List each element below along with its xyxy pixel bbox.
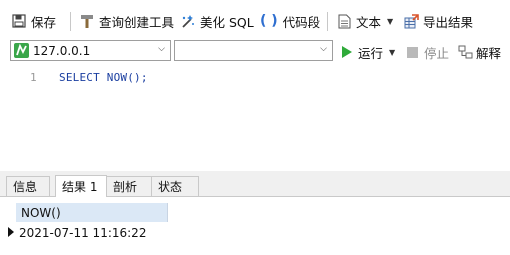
explain-button[interactable]: 解释 <box>458 43 501 61</box>
play-icon <box>342 46 352 58</box>
run-label: 运行 <box>358 45 384 61</box>
tab-result-1[interactable]: 结果 1 <box>55 175 107 197</box>
main-toolbar: 保存 查询创建工具 美化 SQL ( ) 代码段 文本 ▼ 导出结果 <box>0 0 510 40</box>
parentheses-icon: ( ) <box>260 13 278 29</box>
code-snippet-label: 代码段 <box>282 14 321 30</box>
beautify-sql-button[interactable]: 美化 SQL <box>180 12 254 30</box>
magic-wand-icon <box>180 14 195 29</box>
chevron-down-icon: ⌵ <box>158 44 165 54</box>
save-label: 保存 <box>31 14 57 30</box>
tab-info[interactable]: 信息 <box>6 176 50 196</box>
connection-select[interactable]: 127.0.0.1 ⌵ <box>10 40 171 61</box>
column-header[interactable]: NOW() <box>16 203 168 222</box>
explain-label: 解释 <box>476 45 502 61</box>
connection-icon <box>14 43 29 58</box>
stop-icon <box>407 46 418 58</box>
save-button[interactable]: 保存 <box>12 12 56 30</box>
hammer-icon <box>80 14 94 29</box>
export-results-button[interactable]: 导出结果 <box>404 12 473 30</box>
table-cell[interactable]: 2021-07-11 11:16:22 <box>16 223 168 243</box>
sql-editor[interactable]: 1 SELECT NOW(); <box>0 63 510 171</box>
results-tabbar: 信息 结果 1 剖析 状态 <box>0 173 510 197</box>
result-grid[interactable]: NOW() 2021-07-11 11:16:22 <box>0 197 510 255</box>
results-panel: 信息 结果 1 剖析 状态 NOW() 2021-07-11 11:16:22 <box>0 171 510 255</box>
query-builder-button[interactable]: 查询创建工具 <box>80 12 174 30</box>
explain-icon <box>458 45 473 59</box>
caret-down-icon: ▼ <box>389 47 396 57</box>
query-builder-label: 查询创建工具 <box>99 14 175 30</box>
export-icon <box>404 13 419 29</box>
beautify-sql-label: 美化 SQL <box>200 14 254 30</box>
current-row-indicator-icon <box>8 227 14 237</box>
tab-status[interactable]: 状态 <box>151 176 199 196</box>
stop-button[interactable]: 停止 <box>407 43 449 61</box>
line-number: 1 <box>30 71 37 84</box>
code-snippet-button[interactable]: ( ) 代码段 <box>260 12 320 30</box>
text-output-dropdown[interactable]: 文本 ▼ <box>338 12 393 30</box>
toolbar-divider <box>70 12 71 31</box>
run-button[interactable]: 运行 ▼ <box>342 43 395 61</box>
toolbar-divider <box>327 12 328 31</box>
document-icon <box>338 14 351 29</box>
tab-label: 结果 1 <box>62 180 98 194</box>
tab-profile[interactable]: 剖析 <box>106 176 152 196</box>
tab-label: 状态 <box>158 180 183 194</box>
text-output-label: 文本 <box>356 14 382 30</box>
caret-down-icon: ▼ <box>387 16 394 26</box>
stop-label: 停止 <box>424 45 450 61</box>
database-select[interactable]: ⌵ <box>174 40 333 61</box>
save-icon <box>12 14 26 28</box>
sql-code-line[interactable]: SELECT NOW(); <box>59 71 148 84</box>
connection-value: 127.0.0.1 <box>33 44 91 58</box>
tab-label: 剖析 <box>113 180 138 194</box>
tab-label: 信息 <box>13 180 38 194</box>
export-results-label: 导出结果 <box>423 14 474 30</box>
chevron-down-icon: ⌵ <box>320 44 327 54</box>
